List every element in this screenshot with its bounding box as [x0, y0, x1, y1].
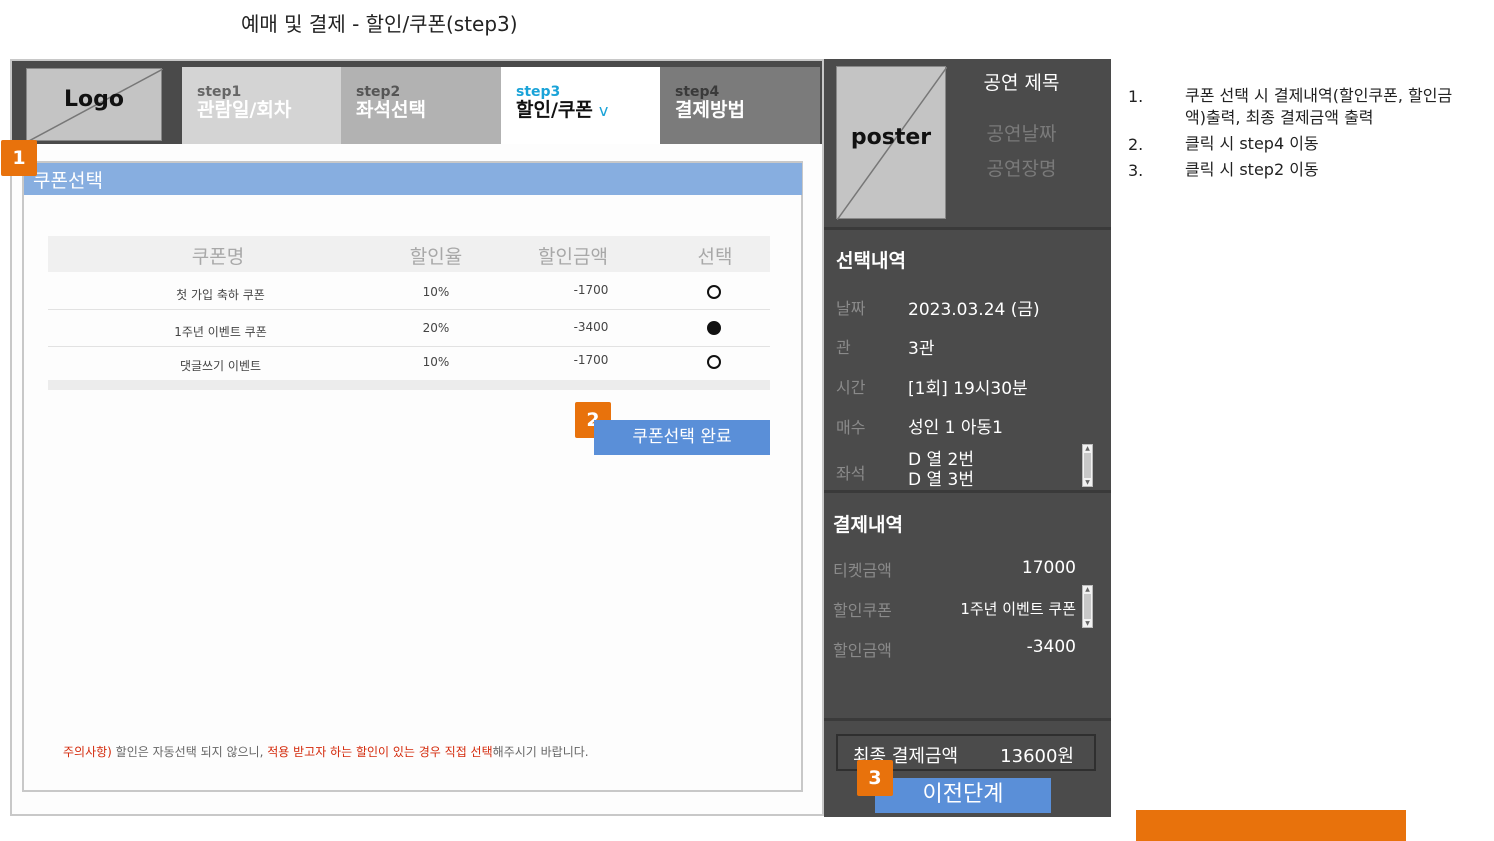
count-label: 매수 — [836, 418, 866, 437]
step-name: 좌석선택 — [356, 99, 426, 121]
coupon-scrollbar[interactable]: ▲ ▼ — [1082, 585, 1093, 628]
show-venue: 공연장명 — [986, 158, 1057, 180]
notice-mid: 할인은 자동선택 되지 않으니, — [111, 745, 268, 759]
note-number: 3. — [1128, 161, 1144, 180]
note-text: 액)출력, 최종 결제금액 출력 — [1185, 108, 1374, 127]
table-footer — [48, 380, 770, 390]
coupon-radio[interactable] — [707, 285, 721, 299]
table-row[interactable]: 첫 가입 축하 쿠폰 10% -1700 — [48, 274, 770, 310]
tab-step4[interactable]: step4 결제방법 — [660, 67, 820, 144]
discount-amount-label: 할인금액 — [833, 641, 892, 660]
coupon-section-header: 쿠폰선택 — [24, 163, 802, 195]
note-number: 2. — [1128, 135, 1144, 154]
notice-prefix: 주의사항) — [63, 745, 112, 759]
coupon-name: 첫 가입 축하 쿠폰 — [176, 288, 265, 302]
table-row[interactable]: 1주년 이벤트 쿠폰 20% -3400 — [48, 311, 770, 347]
tab-step3[interactable]: step3 할인/쿠폰 v — [501, 67, 660, 144]
note-text: 클릭 시 step2 이동 — [1185, 160, 1319, 179]
divider — [824, 490, 1111, 493]
divider — [824, 718, 1111, 721]
coupon-amount: -3400 — [573, 320, 609, 334]
column-header-rate: 할인율 — [409, 246, 463, 268]
page-title: 예매 및 결제 - 할인/쿠폰(step3) — [241, 12, 518, 36]
final-amount-value: 13600원 — [1000, 746, 1074, 767]
step-number: step1 — [197, 84, 242, 100]
orange-bar — [1136, 810, 1406, 841]
previous-step-button[interactable]: 이전단계 — [875, 778, 1051, 813]
count-value: 성인 1 아동1 — [908, 418, 1003, 438]
scroll-up-icon[interactable]: ▲ — [1083, 586, 1092, 593]
coupon-complete-button[interactable]: 쿠폰선택 완료 — [594, 420, 770, 455]
discount-coupon-label: 할인쿠폰 — [833, 601, 892, 620]
discount-amount-value: -3400 — [1026, 637, 1076, 657]
coupon-rate: 20% — [422, 321, 450, 335]
coupon-table: 쿠폰명 할인율 할인금액 선택 첫 가입 축하 쿠폰 10% -1700 1주년… — [48, 236, 770, 390]
step-number: step4 — [675, 84, 720, 100]
ticket-price-value: 17000 — [1021, 558, 1076, 578]
note-text: 클릭 시 step4 이동 — [1185, 134, 1319, 153]
notice-emphasis: 적용 받고자 하는 할인이 있는 경우 직접 선택 — [267, 745, 493, 759]
time-label: 시간 — [836, 378, 866, 397]
coupon-rate: 10% — [422, 355, 450, 369]
notice-suffix: 해주시기 바랍니다. — [492, 745, 589, 759]
column-header-amount: 할인금액 — [538, 246, 608, 268]
seat-scrollbar[interactable]: ▲ ▼ — [1082, 444, 1093, 487]
payment-title: 결제내역 — [833, 514, 903, 536]
time-value: [1회] 19시30분 — [908, 379, 1028, 399]
note-number: 1. — [1128, 87, 1144, 106]
scroll-up-icon[interactable]: ▲ — [1083, 445, 1092, 452]
show-date: 공연날짜 — [986, 123, 1057, 145]
coupon-name: 1주년 이벤트 쿠폰 — [174, 325, 267, 339]
hall-label: 관 — [836, 338, 851, 357]
coupon-amount: -1700 — [573, 283, 609, 297]
coupon-rate: 10% — [422, 285, 450, 299]
date-value: 2023.03.24 (금) — [908, 300, 1040, 320]
table-header: 쿠폰명 할인율 할인금액 선택 — [48, 236, 770, 272]
scroll-thumb[interactable] — [1084, 453, 1091, 478]
step-name: 결제방법 — [675, 99, 745, 121]
seat-value-2: D 열 3번 — [908, 470, 974, 490]
step-number: step3 — [516, 84, 561, 100]
hall-value: 3관 — [908, 339, 935, 359]
annotation-badge-1: 1 — [1, 140, 37, 176]
poster-label: poster — [850, 125, 932, 150]
coupon-radio[interactable] — [707, 355, 721, 369]
step-number: step2 — [356, 84, 401, 100]
date-label: 날짜 — [836, 299, 866, 318]
show-title: 공연 제목 — [983, 72, 1060, 94]
coupon-radio-selected[interactable] — [707, 321, 721, 335]
table-row[interactable]: 댓글쓰기 이벤트 10% -1700 — [48, 347, 770, 383]
step-name: 할인/쿠폰 — [516, 99, 593, 121]
annotation-badge-3: 3 — [857, 760, 893, 796]
selection-title: 선택내역 — [836, 250, 906, 272]
notice-text: 주의사항) 할인은 자동선택 되지 않으니, 적용 받고자 하는 할인이 있는 … — [63, 743, 589, 760]
column-header-select: 선택 — [697, 246, 733, 268]
tab-step1[interactable]: step1 관람일/회차 — [182, 67, 341, 144]
divider — [824, 227, 1111, 230]
step-name: 관람일/회차 — [197, 99, 292, 121]
chevron-down-icon: v — [598, 101, 609, 120]
seat-label: 좌석 — [836, 464, 866, 483]
ticket-price-label: 티켓금액 — [833, 561, 892, 580]
logo-label: Logo — [64, 87, 124, 112]
tab-step2[interactable]: step2 좌석선택 — [341, 67, 501, 144]
poster: poster — [836, 66, 947, 220]
column-header-coupon-name: 쿠폰명 — [191, 246, 245, 268]
discount-coupon-value: 1주년 이벤트 쿠폰 — [960, 600, 1076, 618]
coupon-name: 댓글쓰기 이벤트 — [179, 359, 262, 373]
coupon-amount: -1700 — [573, 353, 609, 367]
scroll-thumb[interactable] — [1084, 594, 1091, 619]
scroll-down-icon[interactable]: ▼ — [1083, 620, 1092, 627]
scroll-down-icon[interactable]: ▼ — [1083, 479, 1092, 486]
logo[interactable]: Logo — [26, 68, 163, 142]
note-text: 쿠폰 선택 시 결제내역(할인쿠폰, 할인금 — [1185, 86, 1453, 105]
